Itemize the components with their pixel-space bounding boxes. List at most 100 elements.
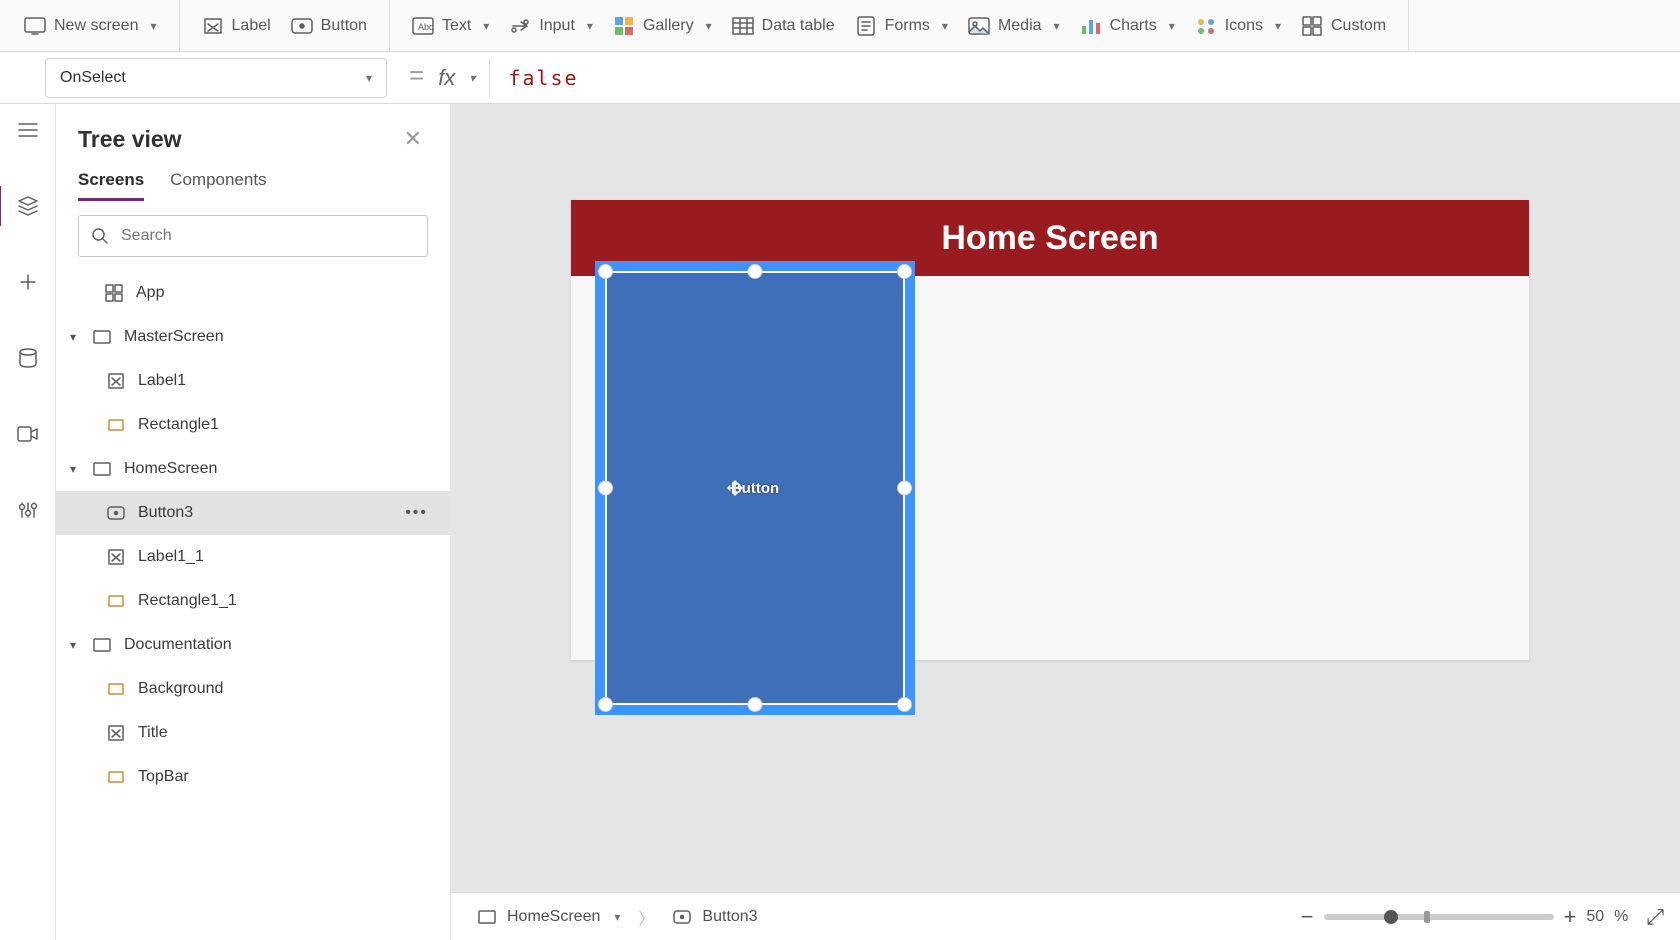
tree-search-input[interactable] bbox=[121, 227, 415, 245]
media-tab[interactable] bbox=[0, 414, 56, 454]
tree-label: Rectangle1 bbox=[138, 416, 219, 434]
data-table-label: Data table bbox=[762, 17, 835, 35]
tree-label: HomeScreen bbox=[124, 460, 217, 478]
breadcrumb-item[interactable]: Button3 bbox=[630, 901, 767, 933]
tree-node-button3[interactable]: Button3 ••• bbox=[56, 491, 450, 535]
data-table-button[interactable]: Data table bbox=[722, 9, 845, 43]
tree-label: Button3 bbox=[138, 504, 193, 522]
selected-control-button3[interactable]: Button bbox=[595, 261, 915, 715]
gallery-menu[interactable]: Gallery ▾ bbox=[603, 9, 722, 43]
data-tab[interactable] bbox=[0, 338, 56, 378]
data-table-icon bbox=[732, 15, 754, 37]
expand-icon[interactable]: ▾ bbox=[66, 462, 80, 476]
left-rail bbox=[0, 104, 56, 940]
zoom-controls: − + 50 % ⤢ bbox=[1301, 904, 1664, 930]
tree-node-label1[interactable]: Label1 bbox=[56, 359, 450, 403]
tree-title: Tree view bbox=[78, 126, 182, 153]
formula-input[interactable]: false bbox=[490, 58, 1680, 98]
new-screen-label: New screen bbox=[54, 17, 138, 35]
tree-list: App ▾ MasterScreen Label1 Rectangle1 ▾ H… bbox=[56, 271, 450, 940]
input-icon bbox=[509, 15, 531, 37]
tree-view-tab[interactable] bbox=[0, 186, 54, 226]
property-selector-value: OnSelect bbox=[60, 69, 126, 87]
close-pane-button[interactable]: ✕ bbox=[398, 122, 428, 156]
zoom-unit: % bbox=[1614, 908, 1628, 926]
tree-node-rectangle1[interactable]: Rectangle1 bbox=[56, 403, 450, 447]
chevron-down-icon: ▾ bbox=[150, 19, 156, 33]
tree-label: Background bbox=[138, 680, 223, 698]
text-icon: Abc bbox=[412, 15, 434, 37]
chevron-down-icon: ▾ bbox=[1275, 19, 1281, 33]
zoom-in-button[interactable]: + bbox=[1564, 904, 1577, 930]
tree-label: MasterScreen bbox=[124, 328, 224, 346]
zoom-slider[interactable] bbox=[1324, 914, 1554, 920]
new-screen-button[interactable]: New screen ▾ bbox=[14, 9, 167, 43]
tree-node-label1-1[interactable]: Label1_1 bbox=[56, 535, 450, 579]
tree-node-masterscreen[interactable]: ▾ MasterScreen bbox=[56, 315, 450, 359]
tree-node-topbar[interactable]: TopBar bbox=[56, 755, 450, 799]
tree-node-background[interactable]: Background bbox=[56, 667, 450, 711]
expand-icon[interactable]: ▾ bbox=[66, 638, 80, 652]
property-selector[interactable]: OnSelect ▾ bbox=[45, 58, 387, 98]
button-text: Button bbox=[321, 17, 367, 35]
tree-node-rectangle1-1[interactable]: Rectangle1_1 bbox=[56, 579, 450, 623]
zoom-value: 50 bbox=[1586, 908, 1604, 926]
canvas-button[interactable]: Button bbox=[605, 271, 905, 705]
tree-node-documentation[interactable]: ▾ Documentation bbox=[56, 623, 450, 667]
icons-icon bbox=[1195, 15, 1217, 37]
media-label: Media bbox=[998, 17, 1042, 35]
tree-search[interactable] bbox=[78, 215, 428, 257]
text-label: Text bbox=[442, 17, 471, 35]
resize-handle[interactable] bbox=[598, 697, 613, 712]
chevron-down-icon: ▾ bbox=[483, 19, 489, 33]
tree-node-app[interactable]: App bbox=[56, 271, 450, 315]
charts-menu[interactable]: Charts ▾ bbox=[1070, 9, 1185, 43]
forms-menu[interactable]: Forms ▾ bbox=[845, 9, 958, 43]
input-menu[interactable]: Input ▾ bbox=[499, 9, 603, 43]
icons-label: Icons bbox=[1225, 17, 1263, 35]
resize-handle[interactable] bbox=[897, 264, 912, 279]
resize-handle[interactable] bbox=[897, 481, 912, 496]
custom-menu[interactable]: Custom bbox=[1291, 9, 1396, 43]
breadcrumb-screen[interactable]: HomeScreen ▾ bbox=[467, 903, 630, 931]
input-label: Input bbox=[539, 17, 575, 35]
zoom-slider-thumb[interactable] bbox=[1384, 910, 1398, 924]
hamburger-button[interactable] bbox=[0, 110, 56, 150]
forms-icon bbox=[855, 15, 877, 37]
screen-icon bbox=[24, 15, 46, 37]
gallery-icon bbox=[613, 15, 635, 37]
screens-tab[interactable]: Screens bbox=[78, 170, 144, 201]
gallery-label: Gallery bbox=[643, 17, 694, 35]
zoom-out-button[interactable]: − bbox=[1301, 904, 1314, 930]
fx-button[interactable]: fx ▾ bbox=[438, 58, 490, 98]
button-icon bbox=[291, 15, 313, 37]
fit-screen-button[interactable]: ⤢ bbox=[1646, 904, 1664, 930]
resize-handle[interactable] bbox=[598, 264, 613, 279]
expand-icon[interactable]: ▾ bbox=[66, 330, 80, 344]
screen-icon bbox=[92, 635, 112, 655]
resize-handle[interactable] bbox=[598, 481, 613, 496]
tree-label: Title bbox=[138, 724, 168, 742]
tree-node-title[interactable]: Title bbox=[56, 711, 450, 755]
resize-handle[interactable] bbox=[748, 697, 763, 712]
label-icon bbox=[202, 15, 224, 37]
chevron-down-icon: ▾ bbox=[614, 910, 620, 924]
label-text: Label bbox=[232, 17, 271, 35]
insert-tab[interactable] bbox=[0, 262, 56, 302]
ribbon-toolbar: New screen ▾ Label Button Abc Text ▾ Inp… bbox=[0, 0, 1680, 52]
equals-sign: = bbox=[409, 60, 424, 91]
breadcrumb-bar: HomeScreen ▾ Button3 − + 50 % ⤢ bbox=[451, 892, 1680, 940]
tree-node-homescreen[interactable]: ▾ HomeScreen bbox=[56, 447, 450, 491]
settings-tab[interactable] bbox=[0, 490, 56, 530]
icons-menu[interactable]: Icons ▾ bbox=[1185, 9, 1291, 43]
button-button[interactable]: Button bbox=[281, 9, 377, 43]
label-button[interactable]: Label bbox=[192, 9, 281, 43]
text-menu[interactable]: Abc Text ▾ bbox=[402, 9, 499, 43]
tree-label: TopBar bbox=[138, 768, 189, 786]
search-icon bbox=[91, 227, 109, 245]
components-tab[interactable]: Components bbox=[170, 170, 266, 201]
media-menu[interactable]: Media ▾ bbox=[958, 9, 1070, 43]
resize-handle[interactable] bbox=[748, 264, 763, 279]
more-button[interactable]: ••• bbox=[405, 504, 450, 522]
resize-handle[interactable] bbox=[897, 697, 912, 712]
